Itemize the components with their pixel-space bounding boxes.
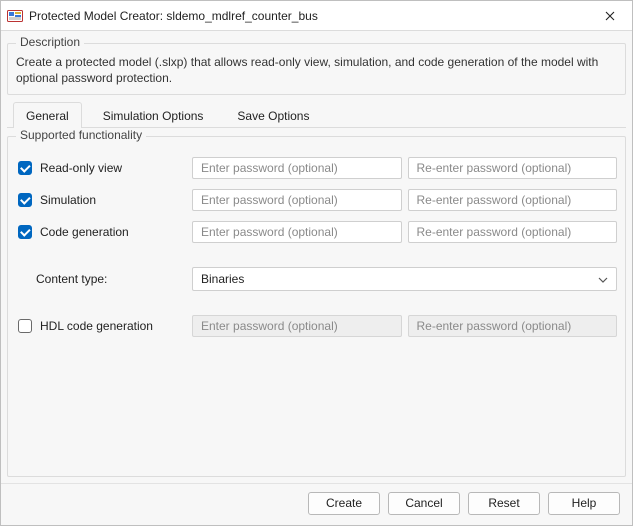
button-bar: Create Cancel Reset Help: [1, 483, 632, 525]
app-icon: [7, 8, 23, 24]
tab-general[interactable]: General: [13, 102, 82, 128]
row-hdl-code-generation: HDL code generation: [16, 315, 617, 337]
code-generation-checkbox[interactable]: [18, 225, 32, 239]
close-icon: [605, 11, 615, 21]
code-generation-password[interactable]: [192, 221, 402, 243]
description-text: Create a protected model (.slxp) that al…: [16, 54, 617, 86]
simulation-password-confirm[interactable]: [408, 189, 618, 211]
tab-save-options[interactable]: Save Options: [224, 102, 322, 128]
readonly-view-password[interactable]: [192, 157, 402, 179]
content-type-label: Content type:: [36, 272, 107, 286]
tab-simulation-options[interactable]: Simulation Options: [90, 102, 217, 128]
code-generation-label: Code generation: [40, 225, 129, 239]
simulation-password[interactable]: [192, 189, 402, 211]
row-code-generation: Code generation: [16, 221, 617, 243]
row-simulation: Simulation: [16, 189, 617, 211]
description-legend: Description: [16, 35, 84, 49]
description-group: Description Create a protected model (.s…: [7, 43, 626, 95]
simulation-checkbox[interactable]: [18, 193, 32, 207]
reset-button[interactable]: Reset: [468, 492, 540, 515]
general-pane: Supported functionality Read-only view: [7, 128, 626, 477]
content-type-value: Binaries: [201, 272, 244, 286]
cancel-button[interactable]: Cancel: [388, 492, 460, 515]
readonly-view-label: Read-only view: [40, 161, 122, 175]
titlebar: Protected Model Creator: sldemo_mdlref_c…: [1, 1, 632, 31]
close-button[interactable]: [588, 1, 632, 31]
supported-functionality-group: Supported functionality Read-only view: [7, 136, 626, 477]
readonly-view-password-confirm[interactable]: [408, 157, 618, 179]
client-area: Description Create a protected model (.s…: [1, 31, 632, 483]
simulation-label: Simulation: [40, 193, 96, 207]
row-content-type: Content type: Binaries: [16, 267, 617, 291]
window-title: Protected Model Creator: sldemo_mdlref_c…: [29, 9, 588, 23]
supported-functionality-legend: Supported functionality: [16, 128, 146, 142]
content-type-select[interactable]: Binaries: [192, 267, 617, 291]
hdl-code-generation-label: HDL code generation: [40, 319, 153, 333]
help-button[interactable]: Help: [548, 492, 620, 515]
create-button[interactable]: Create: [308, 492, 380, 515]
window-root: Protected Model Creator: sldemo_mdlref_c…: [0, 0, 633, 526]
code-generation-password-confirm[interactable]: [408, 221, 618, 243]
row-readonly-view: Read-only view: [16, 157, 617, 179]
hdl-password[interactable]: [192, 315, 402, 337]
chevron-down-icon: [598, 274, 608, 284]
hdl-password-confirm[interactable]: [408, 315, 618, 337]
readonly-view-checkbox[interactable]: [18, 161, 32, 175]
hdl-code-generation-checkbox[interactable]: [18, 319, 32, 333]
tabs-row: General Simulation Options Save Options: [7, 101, 626, 128]
